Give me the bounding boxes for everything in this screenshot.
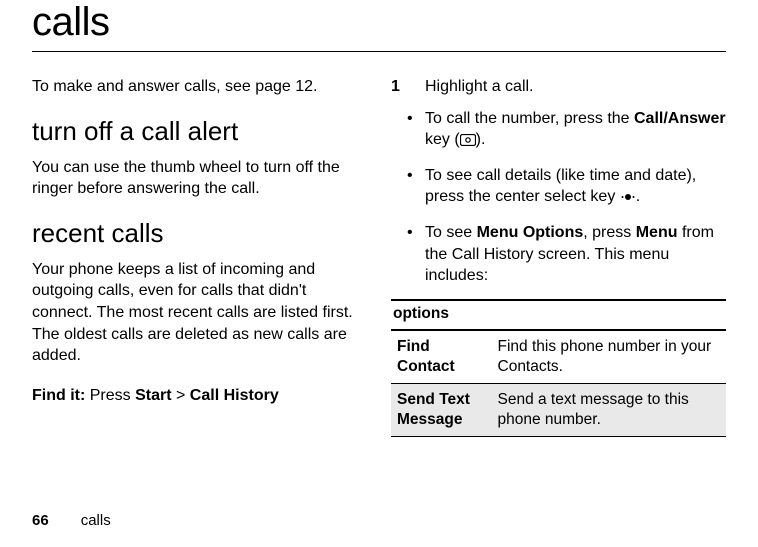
step-1: 1 Highlight a call.	[391, 76, 726, 98]
turn-off-text: You can use the thumb wheel to turn off …	[32, 157, 367, 200]
page-number: 66	[32, 512, 49, 529]
subhead-turn-off-alert: turn off a call alert	[32, 116, 367, 147]
bullet3-a: To see	[425, 224, 477, 241]
find-it-start: Start	[135, 387, 171, 404]
bullet1-a: To call the number, press the	[425, 110, 634, 127]
find-it-label: Find it:	[32, 387, 85, 404]
center-select-key-icon	[620, 188, 636, 210]
step-bullets: To call the number, press the Call/Answe…	[391, 108, 726, 287]
call-answer-key-icon	[460, 131, 476, 153]
bullet-call-number: To call the number, press the Call/Answe…	[425, 108, 726, 153]
bullet1-b: key (	[425, 131, 460, 148]
option-desc: Send a text message to this phone number…	[492, 384, 727, 437]
recent-calls-text: Your phone keeps a list of incoming and …	[32, 259, 367, 367]
bullet1-c: ).	[476, 131, 486, 148]
page-title: calls	[32, 0, 726, 45]
bullet-call-details: To see call details (like time and date)…	[425, 165, 726, 210]
option-desc: Find this phone number in your Contacts.	[492, 330, 727, 384]
intro-text: To make and answer calls, see page 12.	[32, 76, 367, 98]
two-column-layout: To make and answer calls, see page 12. t…	[32, 76, 726, 437]
option-name: Send Text Message	[391, 384, 492, 437]
options-table: options Find Contact Find this phone num…	[391, 299, 726, 438]
step-number: 1	[391, 76, 403, 98]
bullet3-menu: Menu Options	[477, 224, 584, 241]
subhead-recent-calls: recent calls	[32, 218, 367, 249]
bullet3-menu2: Menu	[636, 224, 678, 241]
find-it-sep: >	[172, 387, 190, 404]
step-text: Highlight a call.	[425, 76, 534, 98]
table-row: Send Text Message Send a text message to…	[391, 384, 726, 437]
left-column: To make and answer calls, see page 12. t…	[32, 76, 367, 437]
right-column: 1 Highlight a call. To call the number, …	[391, 76, 726, 437]
bullet3-b: , press	[583, 224, 635, 241]
find-it-callhistory: Call History	[190, 387, 279, 404]
option-name: Find Contact	[391, 330, 492, 384]
options-header: options	[391, 300, 726, 330]
find-it-line: Find it: Press Start > Call History	[32, 385, 367, 407]
bullet-menu-options: To see Menu Options, press Menu from the…	[425, 222, 726, 287]
find-it-press: Press	[85, 387, 135, 404]
bullet2-a: To see call details (like time and date)…	[425, 167, 696, 206]
bullet2-b: .	[636, 188, 640, 205]
title-rule	[32, 51, 726, 52]
bullet1-key: Call/Answer	[634, 110, 726, 127]
footer-label: calls	[81, 512, 111, 529]
table-row: Find Contact Find this phone number in y…	[391, 330, 726, 384]
page-footer: 66 calls	[32, 512, 111, 529]
